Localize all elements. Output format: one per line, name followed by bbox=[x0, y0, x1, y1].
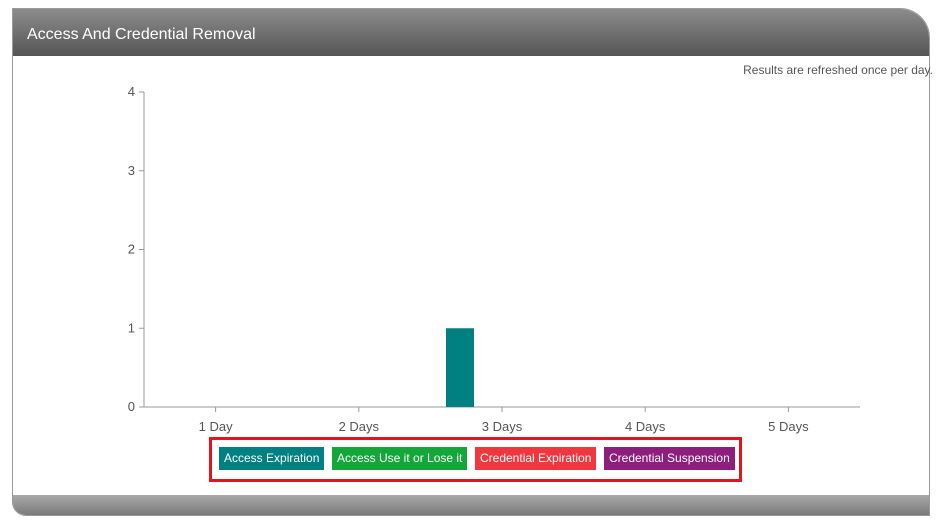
y-tick-label: 0 bbox=[128, 399, 135, 414]
x-tick-label: 1 Day bbox=[199, 419, 233, 434]
legend-item-credential-expiration[interactable]: Credential Expiration bbox=[475, 447, 597, 470]
legend-item-access-expiration[interactable]: Access Expiration bbox=[219, 447, 325, 470]
x-tick-label: 2 Days bbox=[339, 419, 380, 434]
y-tick-label: 2 bbox=[128, 242, 135, 257]
y-tick-label: 4 bbox=[128, 84, 135, 99]
x-tick-label: 3 Days bbox=[482, 419, 523, 434]
y-tick-label: 1 bbox=[128, 320, 135, 335]
legend-item-access-use-it-or-lose-it[interactable]: Access Use it or Lose it bbox=[332, 447, 468, 470]
bars bbox=[446, 328, 474, 407]
x-axis: 1 Day 2 Days 3 Days 4 Days 5 Days bbox=[144, 406, 860, 434]
bar[interactable] bbox=[446, 328, 474, 407]
x-tick-label: 4 Days bbox=[625, 419, 666, 434]
x-tick-label: 5 Days bbox=[768, 419, 809, 434]
y-tick-label: 3 bbox=[128, 163, 135, 178]
y-axis: 0 1 2 3 4 bbox=[128, 84, 145, 414]
legend-item-credential-suspension[interactable]: Credential Suspension bbox=[604, 447, 735, 470]
